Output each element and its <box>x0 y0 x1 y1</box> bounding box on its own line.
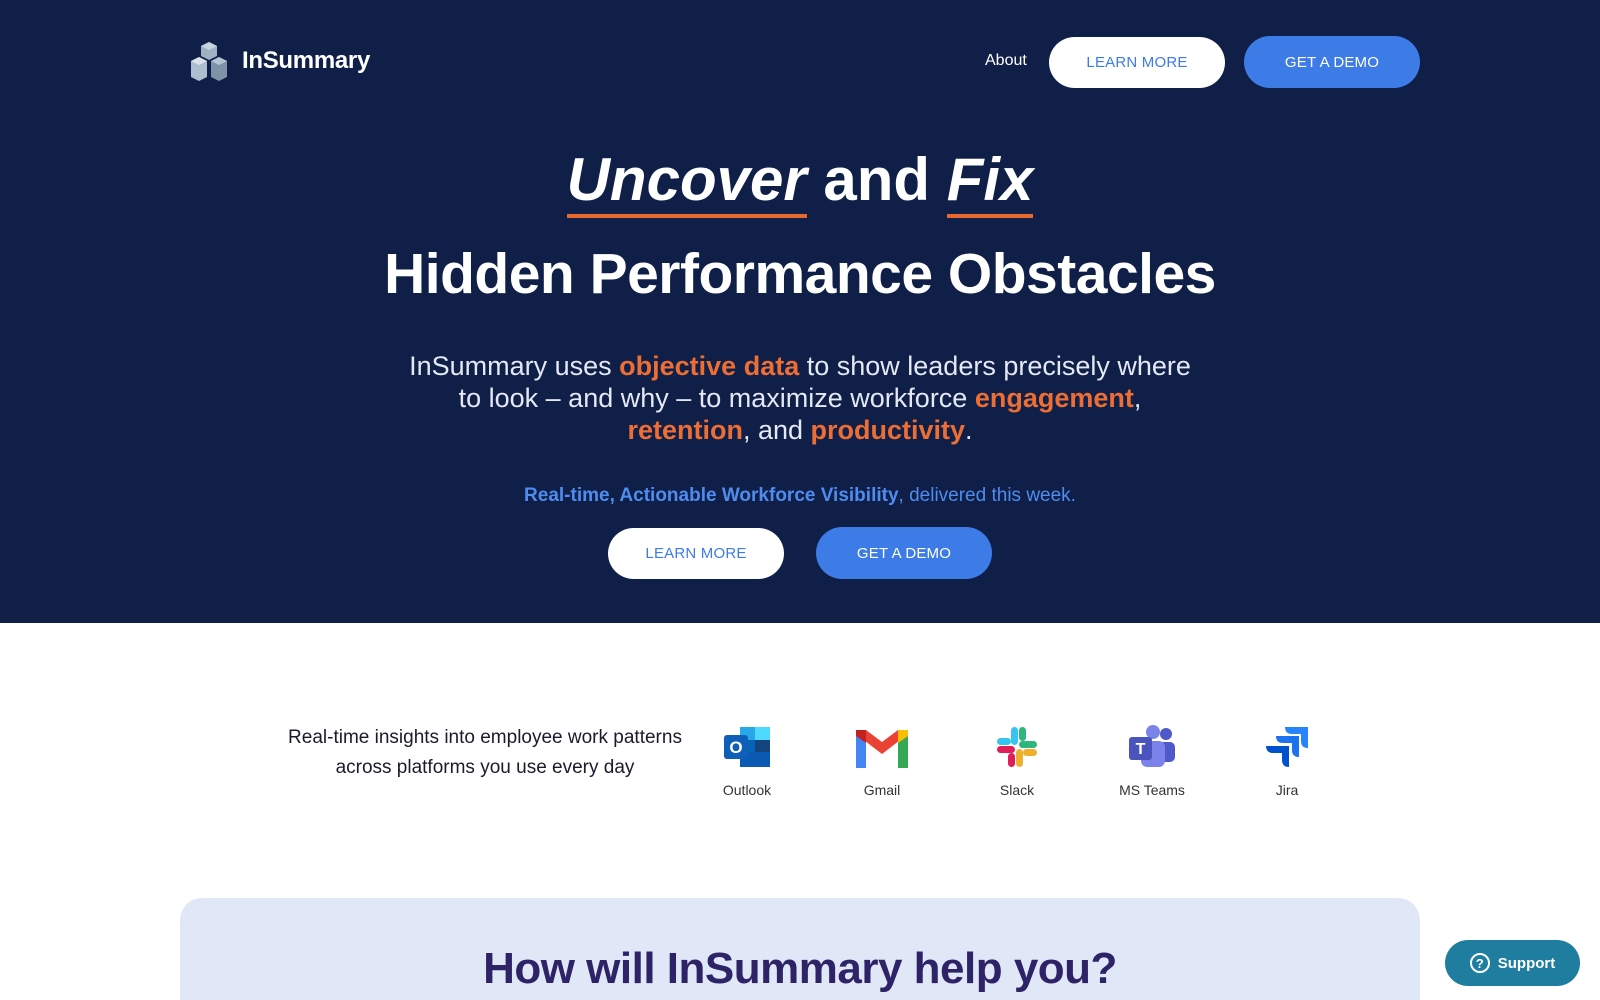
outlook-icon: O <box>717 722 777 772</box>
platform-label: Gmail <box>863 782 901 798</box>
highlight-productivity: productivity <box>810 415 966 445</box>
platform-gmail: Gmail <box>827 722 937 798</box>
help-card: How will InSummary help you? <box>180 898 1420 1000</box>
platform-jira: Jira <box>1232 722 1342 798</box>
highlight-engagement: engagement <box>974 383 1134 413</box>
highlight-retention: retention <box>627 415 743 445</box>
nav-about-link[interactable]: About <box>985 52 1027 70</box>
hero-section: InSummary About LEARN MORE GET A DEMO Un… <box>0 0 1600 623</box>
sub-text-3: , <box>1133 383 1142 413</box>
support-button[interactable]: ? Support <box>1445 940 1580 986</box>
hero-and-word: and <box>806 146 947 213</box>
svg-text:O: O <box>729 738 742 757</box>
sub-text-5: . <box>965 415 973 445</box>
hero-tagline: Real-time, Actionable Workforce Visibili… <box>0 485 1600 507</box>
nav-get-demo-button[interactable]: GET A DEMO <box>1244 36 1420 88</box>
tagline-rest: , delivered this week. <box>898 485 1076 506</box>
logo-text: InSummary <box>242 47 371 74</box>
logo-cubes-icon <box>191 42 227 81</box>
svg-text:T: T <box>1136 741 1146 758</box>
hero-learn-more-button[interactable]: LEARN MORE <box>608 528 784 579</box>
tagline-bold: Real-time, Actionable Workforce Visibili… <box>524 485 899 506</box>
integrations-text: Real-time insights into employee work pa… <box>288 727 682 778</box>
ms-teams-icon: T <box>1122 722 1182 772</box>
hero-heading-line2: Hidden Performance Obstacles <box>384 242 1216 306</box>
hero-heading-line1: Uncover and Fix <box>0 140 1600 220</box>
platform-label: Outlook <box>722 782 772 798</box>
platform-label: Jira <box>1275 782 1299 798</box>
hero-get-demo-button[interactable]: GET A DEMO <box>816 527 992 579</box>
slack-icon <box>987 722 1047 772</box>
hero-uncover-word: Uncover <box>566 146 807 218</box>
help-circle-icon: ? <box>1469 953 1490 973</box>
highlight-objective-data: objective data <box>619 351 800 381</box>
support-label: Support <box>1497 954 1556 972</box>
hero-fix-word: Fix <box>946 146 1034 218</box>
logo[interactable]: InSummary <box>188 40 370 82</box>
platform-slack: Slack <box>962 722 1072 798</box>
sub-text-1: InSummary uses <box>409 351 620 381</box>
nav-learn-more-button[interactable]: LEARN MORE <box>1049 37 1225 88</box>
platform-label: Slack <box>999 782 1035 798</box>
hero-subheading: InSummary uses objective data to show le… <box>400 350 1200 446</box>
platform-outlook: O Outlook <box>692 722 802 798</box>
platform-label: MS Teams <box>1119 782 1185 798</box>
help-title: How will InSummary help you? <box>483 944 1117 993</box>
gmail-icon <box>852 722 912 772</box>
sub-text-4: , and <box>742 415 811 445</box>
jira-icon <box>1257 722 1317 772</box>
platform-ms-teams: T MS Teams <box>1097 722 1207 798</box>
